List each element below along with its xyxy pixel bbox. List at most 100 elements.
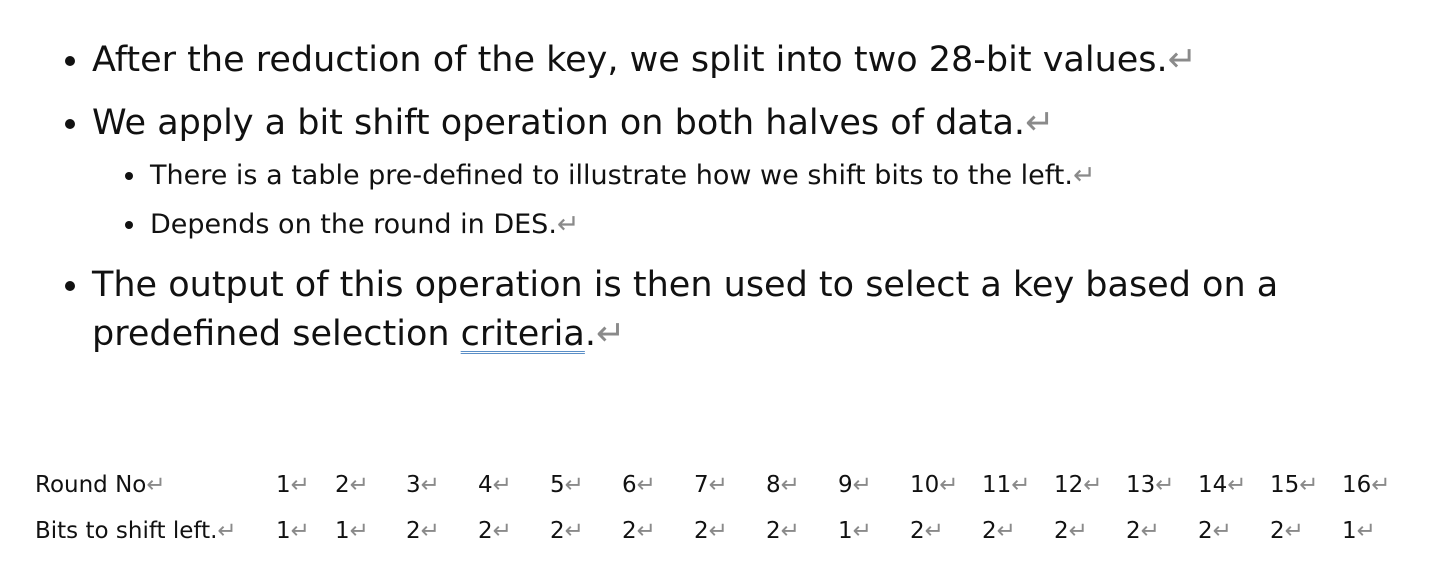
round-number-cell: 2↵ [335,462,369,508]
bullet-text: We apply a bit shift operation on both h… [92,103,1026,143]
paragraph-mark-icon: ↵ [1299,472,1319,498]
bullet-dot-icon [65,56,75,66]
cell-value: 1 [335,518,350,544]
shift-value-cell: 1↵ [1342,508,1376,554]
shift-value-cell: 1↵ [838,508,872,554]
paragraph-mark-icon: ↵ [420,472,440,498]
paragraph-mark-icon: ↵ [349,518,369,544]
shift-value-cell: 2↵ [622,508,656,554]
cell-value: 2 [335,472,350,498]
cell-value: 2 [910,518,925,544]
cell-value: 2 [1126,518,1141,544]
paragraph-mark-icon: ↵ [636,518,656,544]
paragraph-mark-icon: ↵ [556,209,580,240]
paragraph-mark-icon: ↵ [1068,518,1088,544]
bullet-text: Depends on the round in DES. [150,209,557,240]
bullet-text: predefined selection [92,314,461,354]
cell-value: 13 [1126,472,1156,498]
round-number-cell: 12↵ [1054,462,1103,508]
cell-value: 7 [694,472,709,498]
cell-value: 1 [276,518,291,544]
cell-value: 2 [406,518,421,544]
paragraph-mark-icon: ↵ [1356,518,1376,544]
paragraph-mark-icon: ↵ [1284,518,1304,544]
paragraph-mark-icon: ↵ [852,472,872,498]
cell-value: 2 [1054,518,1069,544]
paragraph-mark-icon: ↵ [217,518,237,544]
shift-value-cell: 2↵ [1126,508,1160,554]
paragraph-mark-icon: ↵ [939,472,959,498]
shift-value-cell: 1↵ [276,508,310,554]
round-number-cell: 10↵ [910,462,959,508]
cell-value: 2 [766,518,781,544]
cell-value: 3 [406,472,421,498]
paragraph-mark-icon: ↵ [1140,518,1160,544]
paragraph-mark-icon: ↵ [290,518,310,544]
paragraph-mark-icon: ↵ [420,518,440,544]
paragraph-mark-icon: ↵ [1371,472,1391,498]
round-number-cell: 6↵ [622,462,656,508]
cell-value: 16 [1342,472,1372,498]
row-label-cell: Round No↵ [35,462,166,508]
paragraph-mark-icon: ↵ [1155,472,1175,498]
bullet-text: There is a table pre-defined to illustra… [150,160,1073,191]
shift-value-cell: 2↵ [1270,508,1304,554]
paragraph-mark-icon: ↵ [852,518,872,544]
bullet-dot-icon [65,281,75,291]
paragraph-mark-icon: ↵ [1227,472,1247,498]
bullet-text: . [584,314,596,354]
cell-value: 2 [550,518,565,544]
shift-value-cell: 2↵ [550,508,584,554]
bullet-text: After the reduction of the key, we split… [92,40,1168,80]
round-number-cell: 4↵ [478,462,512,508]
paragraph-mark-icon: ↵ [1025,103,1055,143]
cell-value: 12 [1054,472,1084,498]
round-number-cell: 7↵ [694,462,728,508]
cell-value: 2 [1270,518,1285,544]
cell-value: 5 [550,472,565,498]
paragraph-mark-icon: ↵ [780,518,800,544]
round-number-cell: 1↵ [276,462,310,508]
cell-value: 11 [982,472,1012,498]
paragraph-mark-icon: ↵ [996,518,1016,544]
paragraph-mark-icon: ↵ [708,518,728,544]
cell-value: 9 [838,472,853,498]
bullet-item-2: We apply a bit shift operation on both h… [65,99,1055,148]
cell-value: 1 [1342,518,1357,544]
sub-bullet-item-2: Depends on the round in DES.↵ [125,206,580,244]
paragraph-mark-icon: ↵ [1167,40,1197,80]
paragraph-mark-icon: ↵ [1072,160,1096,191]
shift-value-cell: 2↵ [910,508,944,554]
round-number-cell: 11↵ [982,462,1031,508]
cell-value: 8 [766,472,781,498]
paragraph-mark-icon: ↵ [708,472,728,498]
paragraph-mark-icon: ↵ [924,518,944,544]
shift-value-cell: 2↵ [1198,508,1232,554]
bullet-item-3: The output of this operation is then use… [65,261,1278,359]
paragraph-mark-icon: ↵ [564,518,584,544]
shift-value-cell: 2↵ [478,508,512,554]
round-number-cell: 13↵ [1126,462,1175,508]
paragraph-mark-icon: ↵ [780,472,800,498]
bullet-dot-icon [125,172,133,180]
cell-value: 2 [1198,518,1213,544]
shift-value-cell: 2↵ [1054,508,1088,554]
round-number-cell: 15↵ [1270,462,1319,508]
sub-bullet-item-1: There is a table pre-defined to illustra… [125,157,1096,195]
cell-value: 4 [478,472,493,498]
paragraph-mark-icon: ↵ [636,472,656,498]
round-number-cell: 14↵ [1198,462,1247,508]
round-number-cell: 8↵ [766,462,800,508]
shift-value-cell: 2↵ [694,508,728,554]
bullet-item-1: After the reduction of the key, we split… [65,36,1197,85]
row-label: Bits to shift left. [35,518,218,544]
round-number-cell: 9↵ [838,462,872,508]
cell-value: 2 [478,518,493,544]
paragraph-mark-icon: ↵ [146,472,166,498]
paragraph-mark-icon: ↵ [1011,472,1031,498]
paragraph-mark-icon: ↵ [1083,472,1103,498]
shift-value-cell: 2↵ [406,508,440,554]
round-number-cell: 3↵ [406,462,440,508]
spellcheck-underlined-word[interactable]: criteria [461,314,585,354]
cell-value: 1 [276,472,291,498]
